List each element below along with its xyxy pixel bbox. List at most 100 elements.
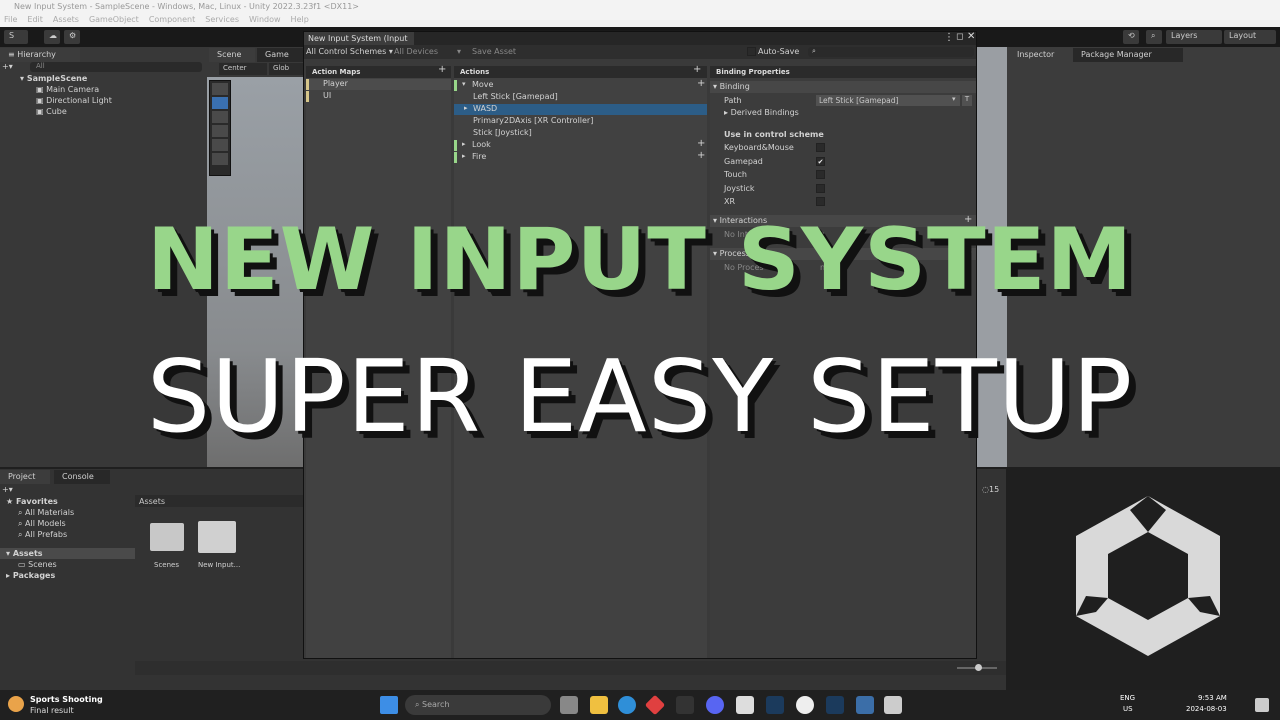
assets-item[interactable]: ▾ Assets [6, 549, 43, 558]
add-binding-icon[interactable]: + [697, 138, 705, 149]
taskbar-search[interactable]: ⌕ Search [405, 695, 551, 715]
zoom-slider-handle[interactable] [975, 664, 982, 671]
steam-icon[interactable] [766, 696, 784, 714]
scene-root[interactable]: ▾ SampleScene [20, 74, 87, 83]
folder-icon[interactable] [150, 523, 184, 551]
tab-game[interactable]: Game [257, 48, 303, 62]
edge-icon[interactable] [618, 696, 636, 714]
space-dropdown[interactable]: Glob [269, 63, 303, 75]
notifications-bell-icon[interactable] [1255, 698, 1269, 712]
unity-icon[interactable] [884, 696, 902, 714]
binding-row[interactable]: ▸ WASD [454, 104, 707, 115]
tab-project[interactable]: Project [0, 470, 50, 484]
more-icon[interactable]: ⋮ [944, 32, 954, 43]
tab-package-manager[interactable]: Package Manager [1073, 48, 1183, 62]
auto-save-checkbox[interactable] [747, 47, 756, 56]
binding-foldout[interactable]: ▾ Binding [710, 81, 976, 93]
move-tool-icon[interactable] [212, 97, 228, 109]
binding-row[interactable]: Primary2DAxis [XR Controller] [454, 116, 707, 127]
list-item[interactable]: ⌕ All Materials [18, 508, 74, 518]
menu-item[interactable]: GameObject [89, 15, 139, 24]
discord-icon[interactable] [706, 696, 724, 714]
history-icon[interactable]: ⟲ [1123, 30, 1139, 44]
search-icon[interactable]: ⌕ [1146, 30, 1162, 44]
transform-tool-icon[interactable] [212, 153, 228, 165]
close-icon[interactable]: ✕ [967, 31, 975, 42]
scheme-checkbox[interactable]: ✔ [816, 156, 825, 166]
scheme-checkbox[interactable] [816, 197, 825, 206]
notification-icon[interactable] [8, 696, 24, 712]
tab-hierarchy[interactable]: ≡ Hierarchy [0, 48, 80, 62]
add-icon[interactable]: +▾ [2, 62, 13, 71]
tab-scene[interactable]: Scene [209, 48, 255, 62]
menu-item[interactable]: Assets [53, 15, 79, 24]
binding-row[interactable]: Left Stick [Gamepad] [454, 92, 707, 103]
scheme-checkbox[interactable] [816, 170, 825, 179]
menu-item[interactable]: Component [149, 15, 195, 24]
input-actions-asset-icon[interactable] [198, 521, 236, 553]
menu-item[interactable]: Services [205, 15, 239, 24]
list-item[interactable]: ▣ Cube [36, 107, 67, 116]
devices-chevron-icon[interactable]: ▾ [457, 47, 461, 56]
add-action-icon[interactable]: + [693, 64, 701, 75]
list-item[interactable]: ⌕ All Models [18, 519, 66, 529]
devices-dropdown[interactable]: All Devices [394, 47, 438, 56]
unity-hub-icon[interactable] [736, 696, 754, 714]
path-dropdown[interactable]: Left Stick [Gamepad] [816, 95, 960, 106]
favorites-item[interactable]: ★ Favorites [6, 497, 58, 506]
action-row[interactable]: ▾ Move + [454, 78, 707, 91]
layers-dropdown[interactable]: Layers [1166, 30, 1222, 44]
cloud-icon[interactable]: ☁ [44, 30, 60, 44]
menu-item[interactable]: Edit [27, 15, 43, 24]
tab-inspector[interactable]: Inspector [1009, 48, 1071, 62]
action-map-row[interactable]: Player [306, 79, 451, 90]
add-binding-icon[interactable]: + [697, 150, 705, 161]
scheme-checkbox[interactable] [816, 143, 825, 152]
layout-dropdown[interactable]: Layout [1224, 30, 1276, 44]
foldout-arrow-icon[interactable]: ▸ [462, 140, 466, 148]
scale-tool-icon[interactable] [212, 125, 228, 137]
settings-icon[interactable]: ⚙ [64, 30, 80, 44]
add-action-map-icon[interactable]: + [438, 64, 446, 75]
rect-tool-icon[interactable] [212, 139, 228, 151]
path-chevron-icon[interactable]: ▾ [952, 95, 956, 103]
add-icon[interactable]: +▾ [2, 485, 13, 494]
add-binding-icon[interactable]: + [697, 78, 705, 89]
windows-start-icon[interactable] [380, 696, 398, 714]
pivot-dropdown[interactable]: Center [219, 63, 267, 75]
list-item[interactable]: ▭ Scenes [18, 560, 57, 569]
action-row[interactable]: ▸ Look + [454, 138, 707, 151]
account-button[interactable]: S [4, 30, 28, 44]
binding-row[interactable]: Stick [Joystick] [454, 128, 707, 139]
foldout-arrow-icon[interactable]: ▾ [462, 80, 466, 88]
steam-icon[interactable] [826, 696, 844, 714]
rotate-tool-icon[interactable] [212, 111, 228, 123]
app-icon[interactable] [676, 696, 694, 714]
maximize-icon[interactable]: ◻ [956, 32, 963, 42]
list-item[interactable]: ▣ Directional Light [36, 96, 112, 105]
search-icon[interactable]: ⌕ [808, 47, 974, 57]
file-explorer-icon[interactable] [590, 696, 608, 714]
tab-console[interactable]: Console [54, 470, 110, 484]
packages-item[interactable]: ▸ Packages [6, 571, 55, 580]
menu-item[interactable]: Help [291, 15, 309, 24]
scheme-checkbox[interactable] [816, 183, 825, 193]
notepad-icon[interactable] [856, 696, 874, 714]
control-schemes-dropdown[interactable]: All Control Schemes ▾ [306, 47, 393, 56]
list-item[interactable]: ⌕ All Prefabs [18, 530, 67, 540]
action-map-row[interactable]: UI [306, 91, 451, 102]
task-view-icon[interactable] [560, 696, 578, 714]
listen-button[interactable]: T [962, 95, 972, 106]
menu-item[interactable]: Window [249, 15, 281, 24]
save-asset-button[interactable]: Save Asset [472, 47, 516, 56]
list-item[interactable]: ▣ Main Camera [36, 85, 99, 94]
menu-item[interactable]: File [4, 15, 17, 24]
hand-tool-icon[interactable] [212, 83, 228, 95]
binding-arrow-icon[interactable]: ▸ [464, 104, 468, 112]
input-actions-tab[interactable]: New Input System (Input ... [304, 32, 414, 52]
action-row[interactable]: ▸ Fire + [454, 150, 707, 163]
derived-bindings-foldout[interactable]: ▸ Derived Bindings [724, 108, 799, 117]
hierarchy-search[interactable]: All [30, 62, 202, 72]
foldout-arrow-icon[interactable]: ▸ [462, 152, 466, 160]
app-icon[interactable] [796, 696, 814, 714]
